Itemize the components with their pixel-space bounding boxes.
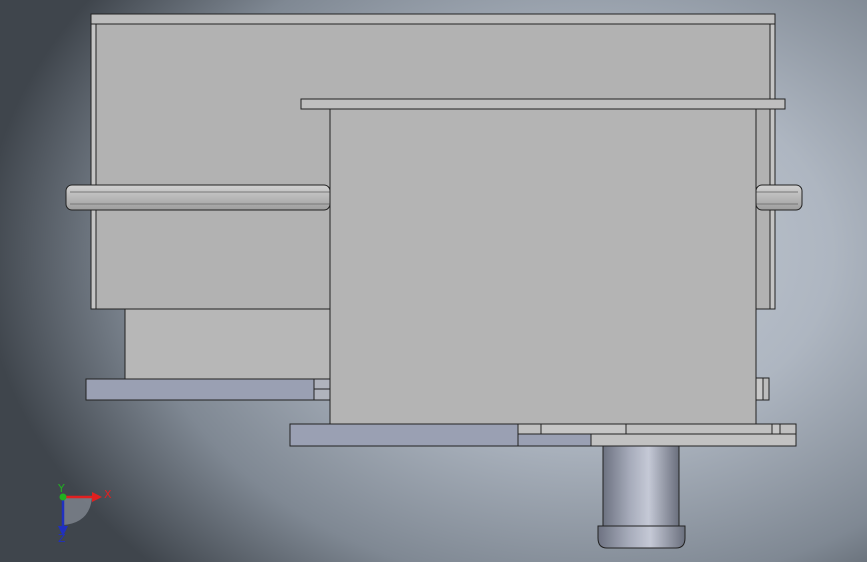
bottom-plate-right: [590, 433, 797, 447]
bottom-plate-step: [517, 433, 592, 447]
left-base-plate: [85, 378, 315, 401]
rear-housing-right-edge: [769, 23, 776, 310]
rear-housing-top-lip: [90, 13, 776, 25]
rear-housing-left-edge: [90, 23, 97, 310]
lower-step-block: [124, 308, 331, 380]
x-axis-arrow: [92, 492, 102, 502]
z-axis-label: Z: [58, 532, 66, 545]
y-axis-label: Y: [57, 482, 65, 495]
graphics-viewport[interactable]: X Y Z: [0, 0, 867, 562]
front-box-top-lip: [300, 98, 786, 110]
bottom-plate-main: [289, 423, 519, 447]
output-cylinder: [602, 445, 680, 527]
shaft-right: [755, 184, 803, 211]
shaft-left: [65, 184, 331, 211]
model-view[interactable]: X Y Z: [0, 0, 867, 562]
front-box-body: [329, 108, 757, 425]
x-axis-label: X: [104, 488, 112, 501]
triad-sphere-shadow: [63, 497, 92, 525]
axis-triad: X Y Z: [57, 482, 112, 545]
output-cylinder-tip: [597, 525, 686, 549]
